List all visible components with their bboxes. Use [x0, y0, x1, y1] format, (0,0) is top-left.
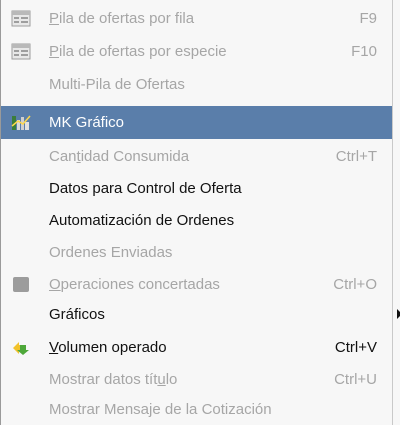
menu-item-automatizacion-ordenes[interactable]: Automatización de Ordenes	[1, 204, 392, 237]
menu-item-volumen-operado[interactable]: Volumen operado Ctrl+V	[1, 331, 392, 364]
menu-item-multi-pila-ofertas[interactable]: Multi-Pila de Ofertas	[1, 68, 392, 101]
menu-item-label: Gráficos	[49, 306, 105, 323]
menu-item-pila-ofertas-especie[interactable]: Pila de ofertas por especie F10	[1, 35, 392, 68]
menu-item-ordenes-enviadas[interactable]: Ordenes Enviadas	[1, 236, 392, 269]
menu-item-label: Pila de ofertas por fila	[49, 10, 195, 27]
menu-item-shortcut: F9	[359, 10, 377, 27]
menu-item-label: Operaciones concertadas	[49, 276, 220, 293]
menu-item-label: Volumen operado	[49, 339, 167, 356]
menu-item-label: Pila de ofertas por especie	[49, 43, 227, 60]
menu-item-graficos[interactable]: Gráficos	[1, 298, 392, 331]
menu-item-mk-grafico[interactable]: MK Gráfico	[1, 106, 392, 139]
menu-item-pila-ofertas-fila[interactable]: Pila de ofertas por fila F9	[1, 2, 392, 35]
chart-icon	[11, 114, 31, 131]
menu-item-operaciones-concertadas[interactable]: Operaciones concertadas Ctrl+O	[1, 268, 392, 301]
menu-item-shortcut: Ctrl+U	[334, 371, 377, 388]
menu-item-shortcut: F10	[351, 43, 377, 60]
menu-item-shortcut: Ctrl+V	[334, 339, 377, 356]
volume-arrow-icon	[11, 339, 31, 356]
menu-item-label: Mostrar Mensaje de la Cotización	[49, 401, 272, 418]
menu-item-cantidad-consumida[interactable]: Cantidad Consumida Ctrl+T	[1, 140, 392, 173]
menu-item-mostrar-mensaje-cotizacion[interactable]: Mostrar Mensaje de la Cotización	[1, 393, 392, 426]
menu-item-label: Multi-Pila de Ofertas	[49, 76, 185, 93]
menu-item-mostrar-datos-titulo[interactable]: Mostrar datos título Ctrl+U	[1, 363, 392, 396]
menu-item-shortcut: Ctrl+T	[335, 148, 377, 165]
menu-item-shortcut: Ctrl+O	[333, 276, 377, 293]
menu-item-label: Datos para Control de Oferta	[49, 180, 242, 197]
context-menu: Pila de ofertas por fila F9 Pila de ofer…	[0, 0, 400, 425]
gray-square-icon	[11, 276, 31, 293]
menu-border-right	[392, 0, 393, 425]
menu-item-datos-control-oferta[interactable]: Datos para Control de Oferta	[1, 172, 392, 205]
menu-item-label: Mostrar datos título	[49, 371, 178, 388]
menu-item-label: Ordenes Enviadas	[49, 244, 173, 261]
grid-window-icon	[11, 10, 31, 27]
grid-window-icon	[11, 43, 31, 60]
menu-item-label: Automatización de Ordenes	[49, 212, 235, 229]
menu-item-label: MK Gráfico	[49, 114, 125, 131]
menu-item-label: Cantidad Consumida	[49, 148, 190, 165]
